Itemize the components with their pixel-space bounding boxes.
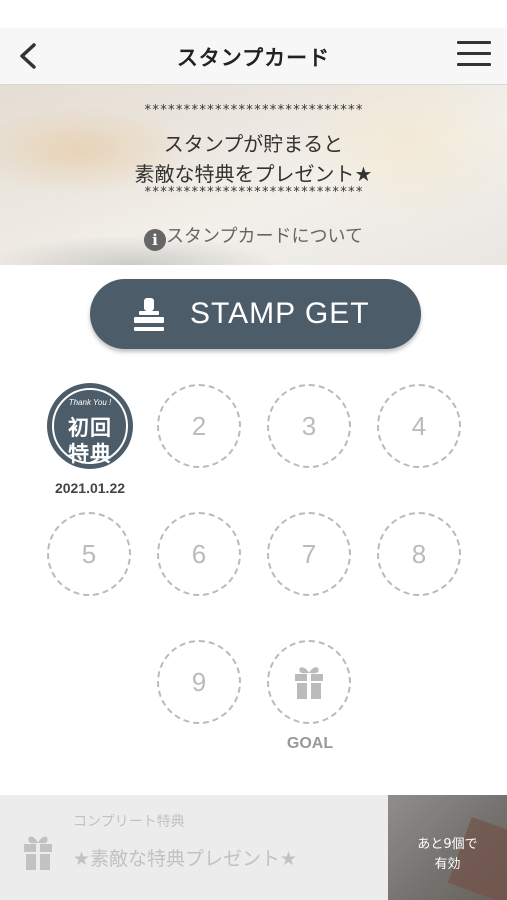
remaining-stamps-text: あと9個で 有効 <box>417 837 478 872</box>
about-stamp-card-label: スタンプカードについて <box>166 226 363 247</box>
about-stamp-card-link[interactable]: i スタンプカードについて <box>0 222 507 251</box>
menu-button[interactable] <box>457 41 491 71</box>
navigation-bar: スタンプカード <box>0 28 507 85</box>
stamp-get-button[interactable]: STAMP GET <box>90 279 421 349</box>
promo-banner: **************************** スタンプが貯まると 素… <box>0 85 507 265</box>
stamp-text-line-2: 特典 <box>68 442 112 466</box>
first-visit-stamp: Thank You ! 初回 特典 <box>52 388 128 466</box>
goal-label: GOAL <box>286 735 334 752</box>
stamp-slot-goal <box>267 640 351 724</box>
reward-thumbnail: あと9個で 有効 <box>388 795 507 900</box>
banner-stars-bottom: **************************** <box>143 185 364 200</box>
stamp-icon <box>134 298 164 331</box>
stamp-thank-you-text: Thank You ! <box>68 398 112 407</box>
stamp-slot-7: 7 <box>267 512 351 596</box>
complete-reward-label: コンプリート特典 <box>73 814 185 830</box>
info-icon: i <box>144 229 167 251</box>
banner-line-1: スタンプが貯まると <box>163 132 344 156</box>
stamp-slot-3: 3 <box>267 384 351 468</box>
page-title: スタンプカード <box>176 46 331 70</box>
hamburger-icon <box>457 41 491 44</box>
stamp-slot-1-filled: Thank You ! 初回 特典 <box>47 383 133 469</box>
stamp-slot-9: 9 <box>157 640 241 724</box>
banner-stars-top: **************************** <box>143 103 364 118</box>
complete-reward-title: ★素敵な特典プレゼント★ <box>73 848 298 870</box>
stamp-date: 2021.01.22 <box>54 480 126 496</box>
gift-icon <box>295 667 323 699</box>
stamp-slot-2: 2 <box>157 384 241 468</box>
stamp-get-label: STAMP GET <box>190 297 370 330</box>
status-bar <box>0 0 507 28</box>
stamp-slot-8: 8 <box>377 512 461 596</box>
stamp-slot-6: 6 <box>157 512 241 596</box>
gift-icon <box>24 836 52 870</box>
banner-message: スタンプが貯まると 素敵な特典をプレゼント★ <box>0 129 507 189</box>
stamp-slot-5: 5 <box>47 512 131 596</box>
complete-reward-bar[interactable]: コンプリート特典 ★素敵な特典プレゼント★ あと9個で 有効 <box>0 795 507 900</box>
stamp-slot-4: 4 <box>377 384 461 468</box>
